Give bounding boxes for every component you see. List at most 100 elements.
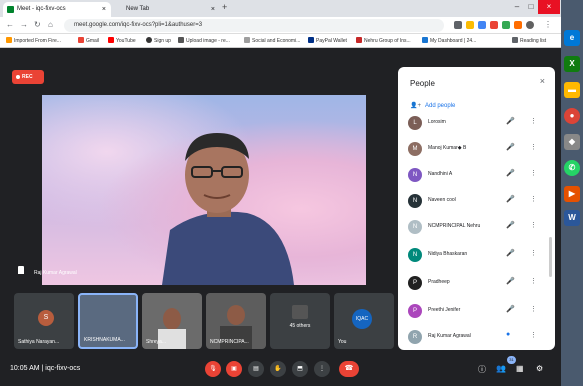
star-icon[interactable] [466, 21, 474, 29]
maximize-button[interactable]: □ [524, 0, 538, 14]
more-options-icon[interactable]: ⋮ [530, 221, 537, 229]
captions-button[interactable]: ▤ [248, 361, 264, 377]
address-bar-row: ← → ↻ ⌂ meet.google.com/iqc-fixv-ocs?pli… [0, 17, 561, 34]
more-options-icon[interactable]: ⋮ [530, 143, 537, 151]
participant-row[interactable]: N Naveen cool 🎤 ⋮ [408, 189, 548, 213]
excel-icon[interactable]: X [564, 56, 580, 72]
participant-row[interactable]: N NCMPRINCIPAL Nehru 🎤 ⋮ [408, 215, 548, 239]
home-icon[interactable]: ⌂ [48, 20, 53, 29]
participant-row[interactable]: N Nandhini A 🎤 ⋮ [408, 163, 548, 187]
new-tab-button[interactable]: + [222, 2, 227, 12]
people-panel: People × 👤+ Add people L Lorosim 🎤 ⋮ M Ma… [398, 67, 555, 350]
word-icon[interactable]: W [564, 210, 580, 226]
more-options-button[interactable]: ⋮ [314, 361, 330, 377]
tab-new-tab[interactable]: New Tab × [112, 2, 220, 17]
bookmark-item[interactable]: Gmail [78, 36, 99, 46]
tab-close-icon[interactable]: × [102, 2, 106, 17]
more-options-icon[interactable]: ⋮ [530, 277, 537, 285]
more-options-icon[interactable]: ⋮ [530, 331, 537, 339]
app-icon[interactable]: ◆ [564, 134, 580, 150]
leave-call-button[interactable]: ☎ [339, 361, 359, 377]
browser-tab-bar: Meet - iqc-fixv-ocs × New Tab × + – □ × [0, 0, 561, 17]
participant-row[interactable]: P Pradheep 🎤 ⋮ [408, 271, 548, 295]
profile-avatar[interactable] [526, 21, 534, 29]
reload-icon[interactable]: ↻ [34, 20, 41, 29]
back-arrow-icon[interactable]: ← [6, 20, 14, 29]
more-options-icon[interactable]: ⋮ [530, 117, 537, 125]
participant-tile[interactable]: S Sathiya Narayan... [14, 293, 74, 349]
extension-icon[interactable] [490, 21, 498, 29]
camera-off-button[interactable]: ▣ [226, 361, 242, 377]
close-icon[interactable]: × [540, 76, 545, 86]
bookmark-item[interactable]: Imported From Fire... [6, 36, 61, 46]
url-field[interactable]: meet.google.com/iqc-fixv-ocs?pli=1&authu… [64, 19, 444, 32]
mic-off-icon: 🎤 [506, 250, 515, 257]
meet-favicon-icon [7, 6, 14, 13]
close-window-button[interactable]: × [538, 0, 560, 14]
add-people-button[interactable]: 👤+ Add people [410, 102, 455, 109]
bookmark-item[interactable]: Sign up [146, 36, 171, 46]
avatar: R [408, 330, 422, 344]
participant-tile[interactable]: NCMPRINCIPA... [206, 293, 266, 349]
bookmark-item[interactable]: Upload image - re... [178, 36, 230, 46]
more-options-icon[interactable]: ⋮ [530, 195, 537, 203]
github-icon [146, 37, 152, 43]
chrome-icon[interactable]: ● [564, 108, 580, 124]
participant-row[interactable]: N Nidiya Bhaskaran 🎤 ⋮ [408, 243, 548, 267]
forward-arrow-icon[interactable]: → [20, 20, 28, 29]
bookmark-item[interactable]: My Dashboard | 24... [422, 36, 476, 46]
participant-row[interactable]: P Preethi Jenifer 🎤 ⋮ [408, 299, 548, 323]
bookmark-item[interactable]: Social and Economi... [244, 36, 300, 46]
more-options-icon[interactable]: ⋮ [530, 249, 537, 257]
tab-close-icon[interactable]: × [211, 2, 215, 17]
app-icon[interactable]: ▶ [564, 186, 580, 202]
edge-icon[interactable]: e [564, 30, 580, 46]
extension-icon[interactable] [514, 21, 522, 29]
self-tile[interactable]: IQAC You [334, 293, 394, 349]
menu-kebab-icon[interactable]: ⋮ [544, 20, 552, 29]
mic-off-icon: 🎤 [506, 222, 515, 229]
extension-icon[interactable] [502, 21, 510, 29]
participant-row[interactable]: R Raj Kumar Agrawal ● ⋮ [408, 325, 548, 349]
participant-name: Preethi Jenifer [428, 307, 461, 313]
participant-name: Lorosim [428, 119, 446, 125]
others-tile[interactable]: 45 others [270, 293, 330, 349]
key-icon[interactable] [454, 21, 462, 29]
participant-tile[interactable]: Shreya... [142, 293, 202, 349]
present-button[interactable]: ⬒ [292, 361, 308, 377]
more-options-icon[interactable]: ⋮ [530, 305, 537, 313]
people-count-badge: 31 [507, 356, 516, 364]
minimize-button[interactable]: – [510, 0, 524, 14]
bookmark-item[interactable]: Nehru Group of Ins... [356, 36, 411, 46]
people-icon[interactable]: 👥 [496, 364, 506, 373]
mic-off-icon: 🎤 [506, 278, 515, 285]
bottom-toolbar: 10:05 AM | iqc-fixv-ocs 🎙 ▣ ▤ ✋ ⬒ ⋮ ☎ ⓘ … [0, 353, 561, 386]
info-icon[interactable]: ⓘ [478, 364, 486, 375]
participant-tile[interactable]: KRISHNAKUMA... [78, 293, 138, 349]
mic-off-icon: 🎤 [506, 196, 515, 203]
folder-icon[interactable]: ▬ [564, 82, 580, 98]
os-taskbar: e X ▬ ● ◆ ✆ ▶ W [561, 0, 583, 386]
whatsapp-icon[interactable]: ✆ [564, 160, 580, 176]
bookmark-item[interactable]: PayPal Wallet [308, 36, 347, 46]
mic-off-button[interactable]: 🎙 [205, 361, 221, 377]
pin-icon[interactable] [18, 266, 24, 274]
extension-icon[interactable] [478, 21, 486, 29]
panel-scrollbar[interactable] [549, 237, 552, 277]
bookmark-item[interactable]: YouTube [108, 36, 136, 46]
main-video[interactable] [42, 95, 366, 285]
chat-icon[interactable]: ▦ [516, 364, 524, 373]
paypal-icon [308, 37, 314, 43]
raise-hand-button[interactable]: ✋ [270, 361, 286, 377]
participant-name: Naveen cool [428, 197, 456, 203]
activities-icon[interactable]: ⚙ [536, 364, 543, 373]
avatar: S [38, 310, 54, 326]
avatar: N [408, 168, 422, 182]
reading-list[interactable]: Reading list [512, 36, 546, 46]
tab-meet[interactable]: Meet - iqc-fixv-ocs × [3, 2, 111, 17]
more-options-icon[interactable]: ⋮ [530, 169, 537, 177]
speaking-icon: ● [506, 331, 511, 338]
participant-row[interactable]: L Lorosim 🎤 ⋮ [408, 111, 548, 135]
participant-row[interactable]: M Manoj Kumar◆ B 🎤 ⋮ [408, 137, 548, 161]
tile-name: Sathiya Narayan... [18, 339, 60, 345]
